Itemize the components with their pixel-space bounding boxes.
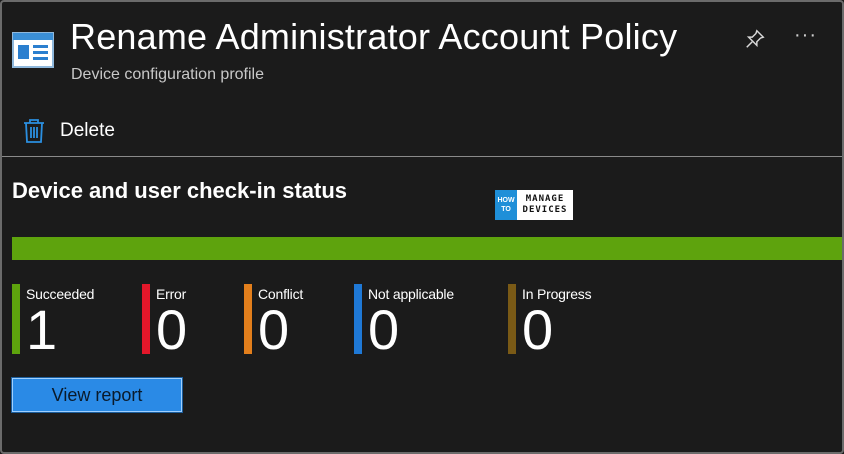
watermark-how: HOW (497, 197, 515, 204)
stat-value: 0 (368, 298, 400, 361)
stat-color-bar (12, 284, 20, 354)
view-report-button[interactable]: View report (11, 377, 183, 413)
stat-color-bar (508, 284, 516, 354)
stat-color-bar (354, 284, 362, 354)
watermark-devices: DEVICES (522, 205, 568, 215)
more-icon[interactable]: ··· (794, 24, 818, 48)
stat-value: 0 (522, 298, 554, 361)
status-progress-bar (12, 237, 842, 260)
toolbar-divider (2, 156, 842, 157)
stat-value: 1 (26, 298, 58, 361)
delete-label: Delete (60, 120, 115, 141)
page-subtitle: Device configuration profile (71, 66, 264, 83)
stat-color-bar (142, 284, 150, 354)
stat-color-bar (244, 284, 252, 354)
profile-document-icon (12, 32, 54, 68)
command-bar: Delete (2, 110, 842, 154)
section-title: Device and user check-in status (12, 178, 348, 203)
watermark-big: MANAGE DEVICES (517, 194, 573, 216)
watermark-small: HOW TO (495, 190, 517, 220)
stat-value: 0 (258, 298, 290, 361)
status-progress-fill (12, 237, 842, 260)
watermark-to: TO (501, 206, 511, 213)
page-title: Rename Administrator Account Policy (70, 16, 678, 57)
pin-icon[interactable] (744, 28, 766, 50)
stat-value: 0 (156, 298, 188, 361)
watermark-manage: MANAGE (525, 194, 565, 204)
delete-button[interactable]: Delete (22, 114, 115, 148)
panel-header: Rename Administrator Account Policy Devi… (2, 2, 842, 102)
policy-panel: Rename Administrator Account Policy Devi… (0, 0, 844, 454)
trash-icon (24, 119, 44, 143)
watermark-logo: HOW TO MANAGE DEVICES (495, 190, 573, 220)
